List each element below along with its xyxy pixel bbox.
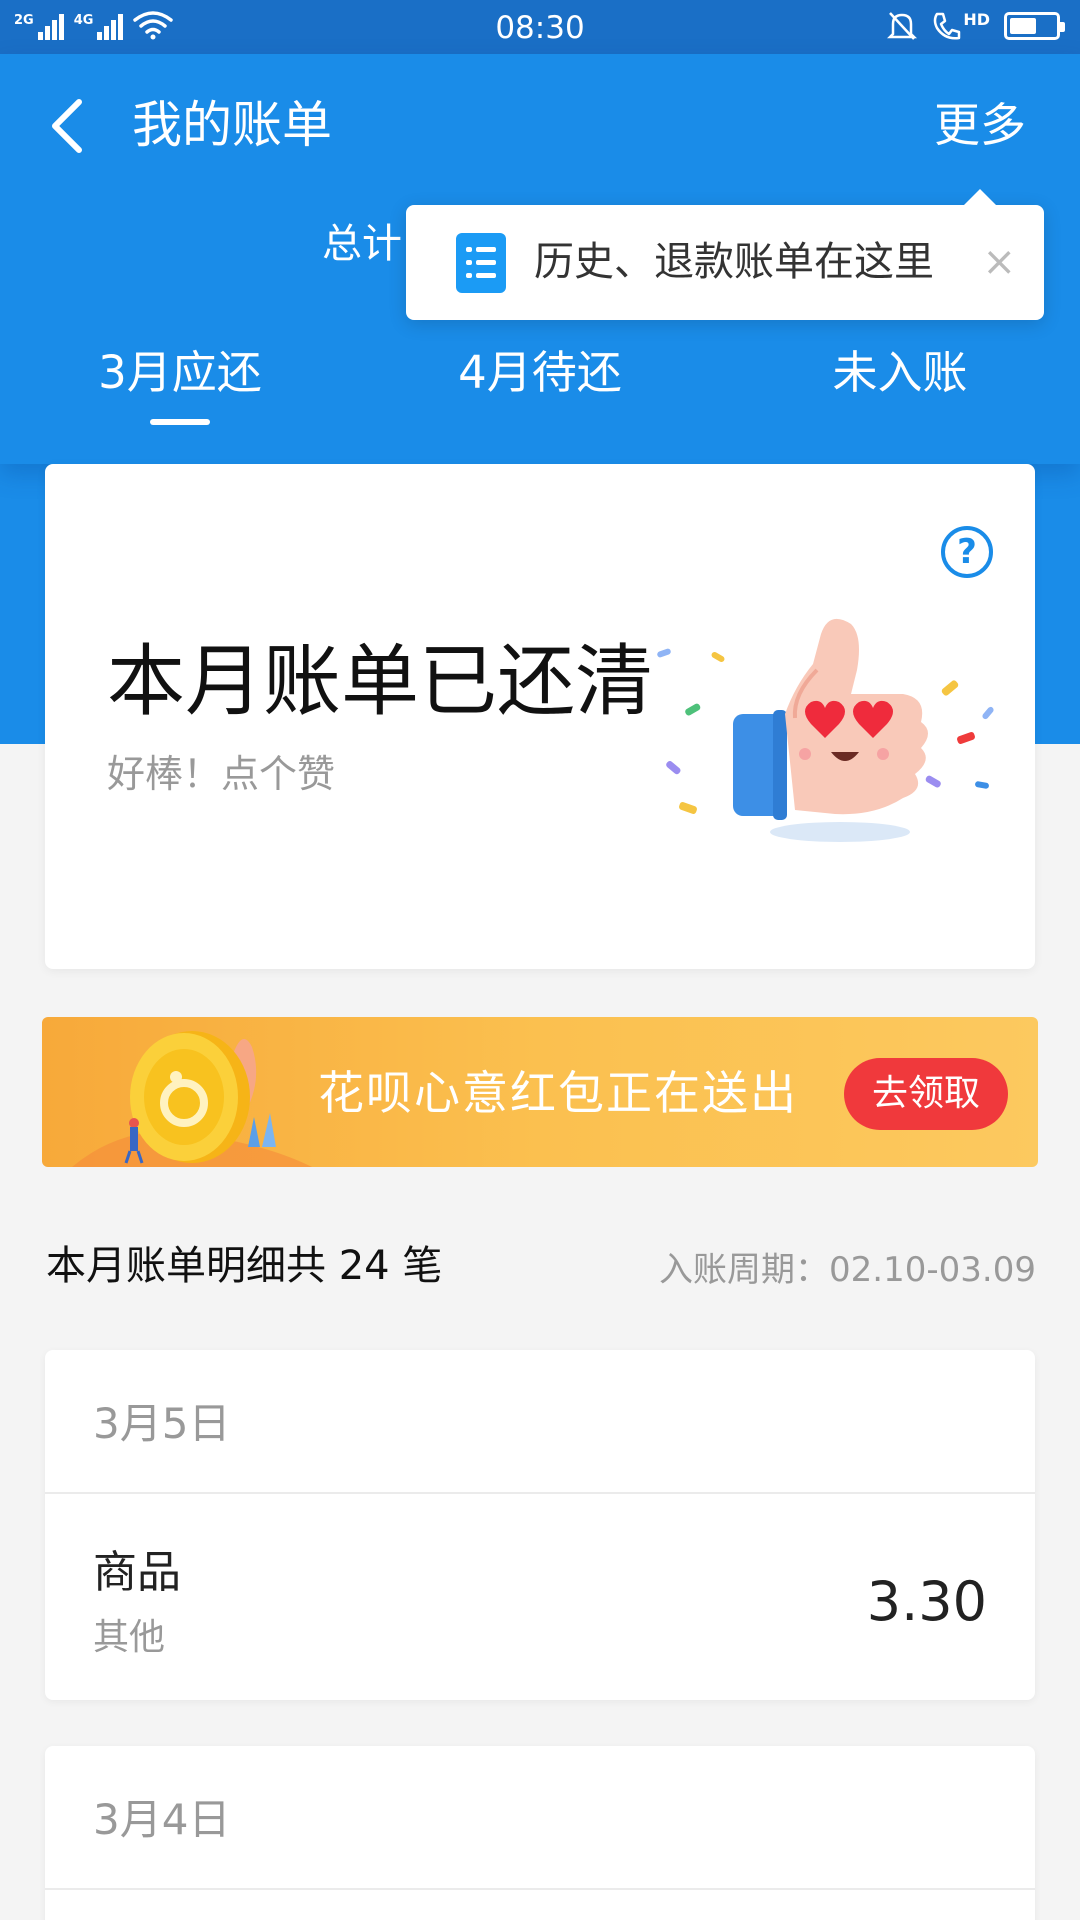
status-right: HD [887, 10, 1065, 42]
bill-status-card: ? 本月账单已还清 好棒！点个赞 [45, 464, 1035, 969]
back-button[interactable] [42, 94, 92, 158]
transaction-row[interactable]: 商品 其他 3.30 [45, 1494, 1035, 1700]
coin-illustration [72, 1031, 312, 1167]
close-icon[interactable]: × [982, 237, 1016, 287]
status-subtitle: 好棒！点个赞 [107, 752, 336, 796]
active-tab-indicator [150, 419, 210, 425]
claim-button[interactable]: 去领取 [844, 1058, 1008, 1130]
page-title: 我的账单 [132, 96, 332, 154]
list-document-icon [456, 233, 506, 293]
total-label: 总计 [322, 221, 402, 267]
day-date: 3月4日 [93, 1795, 231, 1844]
day-group: 3月4日 [45, 1746, 1035, 1920]
transaction-name: 商品 [93, 1547, 181, 1598]
bill-tabs: 3月应还 4月待还 未入账 [0, 338, 1080, 428]
help-icon[interactable]: ? [941, 526, 993, 578]
bill-count-text: 本月账单明细共 24 笔 [46, 1243, 443, 1289]
divider [45, 1888, 1035, 1890]
transaction-amount: 3.30 [866, 1570, 987, 1633]
hd-label: HD [963, 10, 990, 29]
tab-april-pending[interactable]: 4月待还 [360, 338, 720, 408]
transaction-category: 其他 [93, 1617, 166, 1658]
phone-icon [934, 12, 961, 40]
tooltip-arrow [964, 189, 996, 205]
status-bar: 2G 4G 08:30 HD [0, 0, 1080, 54]
tab-unposted[interactable]: 未入账 [720, 338, 1080, 408]
history-tooltip[interactable]: 历史、退款账单在这里 × [406, 189, 1044, 320]
chevron-left-icon [52, 99, 82, 153]
battery-fill [1010, 18, 1037, 34]
red-packet-banner[interactable]: 花呗心意红包正在送出 去领取 [42, 1017, 1038, 1167]
thumbs-up-illustration [657, 618, 994, 842]
bill-period-text: 入账周期：02.10-03.09 [659, 1250, 1036, 1290]
more-button[interactable]: 更多 [934, 90, 1026, 160]
tooltip-text: 历史、退款账单在这里 [534, 239, 934, 285]
day-date: 3月5日 [93, 1399, 231, 1448]
banner-text: 花呗心意红包正在送出 [318, 1066, 798, 1120]
day-group: 3月5日 商品 其他 3.30 [45, 1350, 1035, 1700]
status-title: 本月账单已还清 [107, 637, 654, 727]
screen: 2G 4G 08:30 HD 我的账单 更多 总计 历史、退款账单在这里 × 3… [0, 0, 1080, 1920]
bell-off-icon [887, 12, 918, 40]
battery-icon [1004, 12, 1065, 40]
hd-call-group: HD [931, 10, 990, 42]
tab-march-due[interactable]: 3月应还 [0, 338, 360, 408]
